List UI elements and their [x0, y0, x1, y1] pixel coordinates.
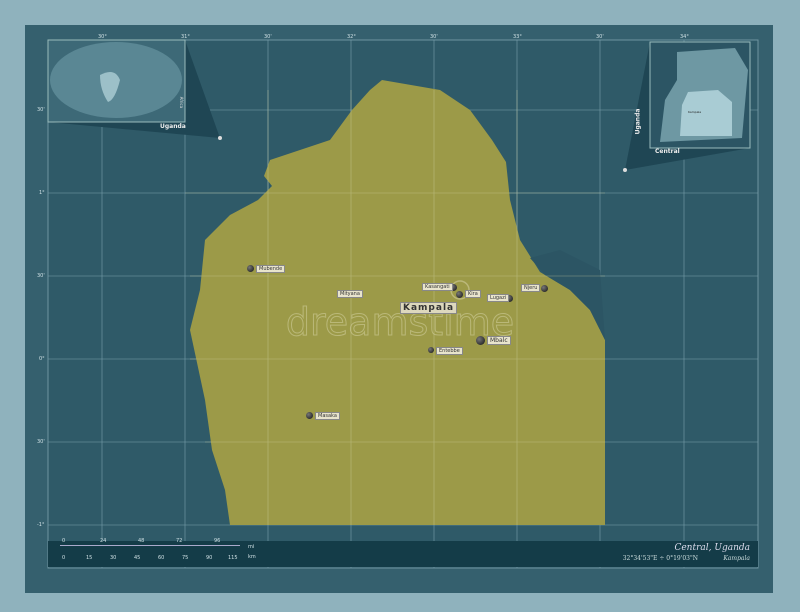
- city-label: Mubende: [256, 265, 286, 273]
- city-label: Njeru: [521, 284, 541, 292]
- lon-tick: 31°: [181, 34, 190, 40]
- scale-unit: mi: [248, 544, 255, 550]
- lat-tick: 1°: [39, 190, 45, 196]
- capital-name: Kampala: [723, 555, 750, 562]
- city-label: Mityana: [337, 290, 363, 298]
- lon-tick: 30°: [98, 34, 107, 40]
- lon-tick: 30': [264, 34, 272, 40]
- scale-tick: 72: [176, 538, 183, 544]
- scale-tick: 48: [138, 538, 145, 544]
- scale-tick: 115: [228, 555, 238, 561]
- city-label-kampala: Kampala: [400, 302, 458, 314]
- scale-tick: 15: [86, 555, 93, 561]
- scale-unit: km: [248, 554, 256, 560]
- scale-tick: 0: [62, 538, 66, 544]
- inset-country-label: Uganda: [634, 108, 642, 135]
- inset-country-city: Kampala: [688, 110, 702, 114]
- lon-tick: 33°: [513, 34, 522, 40]
- inset-world-label: Uganda: [160, 123, 186, 130]
- scale-tick: 60: [158, 555, 165, 561]
- city-marker[interactable]: [306, 412, 313, 419]
- lat-tick: 30': [37, 439, 45, 445]
- scale-tick: 30: [110, 555, 117, 561]
- city-marker[interactable]: [541, 285, 548, 292]
- city-label: Entebbe: [436, 347, 463, 355]
- scale-tick: 75: [182, 555, 189, 561]
- city-label: Lugazi: [487, 294, 510, 302]
- lat-tick: 0°: [39, 356, 45, 362]
- city-label: Mbalc: [487, 336, 511, 345]
- city-label: Kasangati: [422, 283, 453, 291]
- info-bar: 0 24 48 72 96 mi 0 15 30 45 60 75 90 115…: [48, 538, 758, 567]
- scale-tick: 96: [214, 538, 221, 544]
- inset-region-label: Central: [655, 148, 680, 155]
- coordinates: 32°34'53"E ÷ 0°19'03"N: [622, 555, 698, 562]
- city-marker[interactable]: [476, 336, 485, 345]
- scale-bar: [60, 545, 240, 546]
- city-marker[interactable]: [456, 291, 463, 298]
- scale-tick: 45: [134, 555, 141, 561]
- scale-tick: 24: [100, 538, 107, 544]
- lat-tick: -1°: [37, 522, 45, 528]
- inset-world-side: Africa: [179, 96, 185, 109]
- scale-tick: 0: [62, 555, 66, 561]
- lon-tick: 30': [596, 34, 604, 40]
- city-label: Masaka: [315, 412, 340, 420]
- lat-tick: 30': [37, 107, 45, 113]
- city-marker[interactable]: [428, 347, 434, 353]
- city-label: Kira: [465, 290, 481, 298]
- lon-tick: 34°: [680, 34, 689, 40]
- scale-tick: 90: [206, 555, 213, 561]
- map-title: Central, Uganda: [674, 543, 750, 553]
- lon-tick: 30': [430, 34, 438, 40]
- lon-tick: 32°: [347, 34, 356, 40]
- lat-tick: 30': [37, 273, 45, 279]
- city-marker[interactable]: [247, 265, 254, 272]
